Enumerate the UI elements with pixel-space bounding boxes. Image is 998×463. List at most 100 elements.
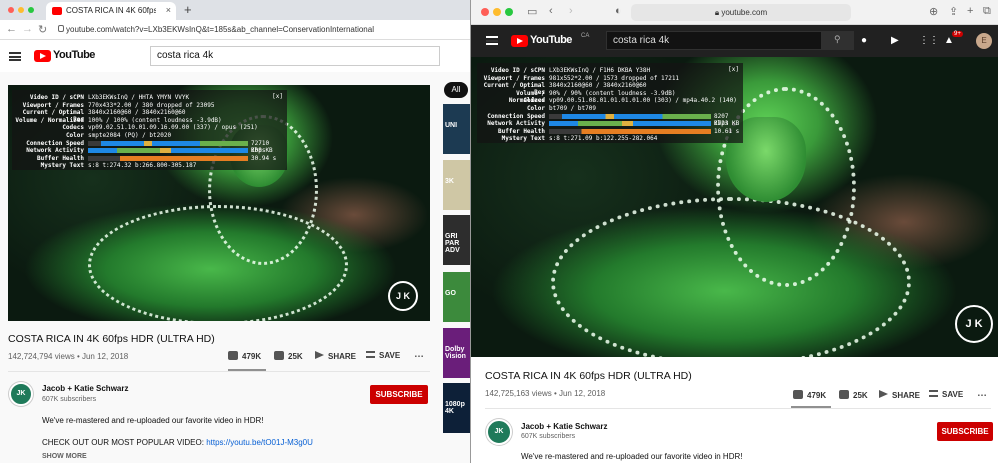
stats-value: 3840x2160@60 / 3840x2160@60 (88, 109, 186, 117)
account-avatar[interactable]: E (976, 33, 992, 49)
minimize-window-button[interactable] (18, 7, 24, 13)
show-more-button[interactable]: SHOW MORE (42, 453, 87, 460)
stats-value: 100% / 100% (content loudness -3.9dB) (88, 116, 222, 124)
thumbnail-label: GRI PAR ADV (445, 233, 460, 254)
chrome-toolbar: ← → ↻ youtube.com/watch?v=LXb3EKWsInQ&t=… (0, 20, 470, 40)
stats-label: Mystery Text (501, 135, 545, 143)
stats-for-nerds-panel: Video ID / sCPN LXb3EKWsInQ / HHTA YMYN V… (12, 90, 287, 170)
share-button[interactable]: SHARE (879, 390, 920, 400)
recommended-video-thumbnail[interactable]: 1080p 4K (443, 383, 470, 433)
thumbnail-label: UNI (445, 122, 458, 129)
stats-graph (549, 113, 711, 119)
minimize-window-button[interactable] (493, 8, 501, 16)
stats-value: bt709 / bt709 (549, 105, 596, 112)
tab-overview-icon[interactable]: ⧉ (983, 5, 991, 18)
search-button[interactable]: ⚲ (822, 31, 854, 50)
tab-title: COSTA RICA IN 4K 60fps HDR (ULTRA HD) (66, 6, 156, 15)
stats-label: Codecs (62, 124, 84, 132)
more-actions-icon[interactable]: … (977, 388, 987, 399)
share-icon[interactable]: ⇪ (949, 5, 958, 18)
save-button[interactable]: SAVE (366, 351, 400, 360)
chip-all[interactable]: All (444, 82, 468, 98)
stats-close-button[interactable]: [x] (272, 93, 283, 100)
subscribe-button[interactable]: SUBSCRIBE (937, 422, 993, 441)
youtube-play-icon (511, 35, 528, 47)
share-icon (315, 351, 324, 359)
dislike-button[interactable]: 25K (274, 351, 303, 361)
channel-name[interactable]: Jacob + Katie Schwarz (42, 384, 128, 393)
shield-icon[interactable]: ◐ (615, 5, 622, 17)
search-input[interactable]: costa rica 4k (606, 31, 822, 50)
like-button[interactable]: 479K (228, 351, 261, 361)
close-window-button[interactable] (481, 8, 489, 16)
stats-label: Viewport / Frames (22, 101, 84, 109)
stats-value: vp09.00.51.08.01.01.01.01.00 (303) / mp4… (549, 97, 737, 105)
video-player[interactable]: J K Video ID / sCPN LXb3EKWsInQ / HHTA YM… (8, 85, 430, 321)
video-title: COSTA RICA IN 4K 60fps HDR (ULTRA HD) (8, 333, 215, 345)
stats-label: Color (526, 105, 545, 112)
stats-graph (88, 148, 248, 154)
menu-icon[interactable] (486, 36, 498, 45)
back-arrow-icon[interactable]: ← (6, 23, 17, 35)
recommended-video-thumbnail[interactable]: 3K (443, 160, 470, 210)
channel-avatar[interactable]: JK (486, 419, 512, 445)
recommended-video-thumbnail[interactable]: Dolby Vision (443, 328, 470, 378)
sidebar-icon[interactable]: ▭ (527, 5, 537, 18)
address-bar[interactable]: 🔒︎ youtube.com (631, 4, 851, 21)
create-video-icon[interactable]: ▶ (891, 35, 899, 46)
new-tab-button[interactable]: + (184, 2, 192, 17)
stats-value: s:8 t:271.09 b:122.255-282.064 (549, 135, 658, 143)
stats-value: 2723 KB (714, 120, 740, 128)
thumbnail-label: Dolby Vision (445, 346, 466, 360)
stats-close-button[interactable]: [x] (728, 66, 739, 73)
apps-icon[interactable]: ⋮⋮ (919, 35, 939, 46)
back-arrow-icon[interactable]: ‹ (549, 5, 553, 17)
recommended-video-thumbnail[interactable]: UNI (443, 104, 470, 154)
description-line-2: CHECK OUT OUR MOST POPULAR VIDEO: https:… (42, 438, 313, 447)
save-button[interactable]: SAVE (929, 390, 963, 399)
thumbnail-label: GO (445, 290, 456, 297)
channel-avatar[interactable]: JK (9, 382, 33, 406)
stats-value: LXb3EKWsInQ / F1H6 DKBA Y38H (549, 67, 651, 74)
stats-label: Codecs (523, 97, 545, 105)
recommended-video-thumbnail[interactable]: GRI PAR ADV (443, 215, 470, 265)
zoom-window-button[interactable] (505, 8, 513, 16)
stats-label: Network Activity (487, 120, 545, 128)
thumbs-down-icon (274, 351, 284, 360)
tab-close-icon[interactable]: × (166, 5, 171, 15)
share-button[interactable]: SHARE (315, 351, 356, 361)
region-code: CA (581, 33, 590, 39)
forward-arrow-icon[interactable]: → (22, 23, 33, 35)
video-player[interactable]: J K Video ID / sCPN LXb3EKWsInQ / F1H6 DK… (471, 57, 998, 357)
forward-arrow-icon[interactable]: › (569, 5, 573, 17)
notifications-bell-icon[interactable]: ▲ (944, 35, 954, 46)
subscribe-button[interactable]: SUBSCRIBE (370, 385, 428, 404)
address-bar[interactable]: youtube.com/watch?v=LXb3EKWsInQ&t=185s&a… (66, 23, 466, 37)
search-input[interactable]: costa rica 4k (150, 46, 440, 66)
subscriber-count: 607K subscribers (42, 396, 97, 403)
more-actions-icon[interactable]: … (414, 349, 424, 360)
zoom-window-button[interactable] (28, 7, 34, 13)
safari-window: ▭ ‹ › ◐ 🔒︎ youtube.com ⊕ ⇪ + ⧉ YouTube C… (470, 0, 998, 463)
channel-watermark[interactable]: J K (955, 305, 993, 343)
new-tab-icon[interactable]: + (967, 5, 973, 17)
recommended-video-thumbnail[interactable]: GO (443, 272, 470, 322)
microphone-icon[interactable]: ● (861, 35, 867, 46)
channel-watermark[interactable]: J K (388, 281, 418, 311)
menu-icon[interactable] (9, 52, 21, 61)
stats-label: Buffer Health (498, 127, 545, 135)
like-button[interactable]: 479K (793, 390, 826, 400)
stats-graph (549, 128, 711, 134)
like-ratio-bar (228, 369, 266, 371)
thumbs-up-icon (793, 390, 803, 399)
dislike-button[interactable]: 25K (839, 390, 868, 400)
tab-youtube[interactable]: COSTA RICA IN 4K 60fps HDR (ULTRA HD) × (46, 2, 176, 20)
safari-toolbar: ▭ ‹ › ◐ 🔒︎ youtube.com ⊕ ⇪ + ⧉ (471, 0, 998, 25)
popular-video-link[interactable]: https://youtu.be/tO01J-M3g0U (206, 438, 313, 447)
close-window-button[interactable] (8, 7, 14, 13)
download-icon[interactable]: ⊕ (929, 5, 938, 18)
channel-name[interactable]: Jacob + Katie Schwarz (521, 422, 607, 431)
lock-icon (58, 25, 64, 32)
stats-graph (549, 121, 711, 127)
reload-icon[interactable]: ↻ (38, 23, 47, 36)
